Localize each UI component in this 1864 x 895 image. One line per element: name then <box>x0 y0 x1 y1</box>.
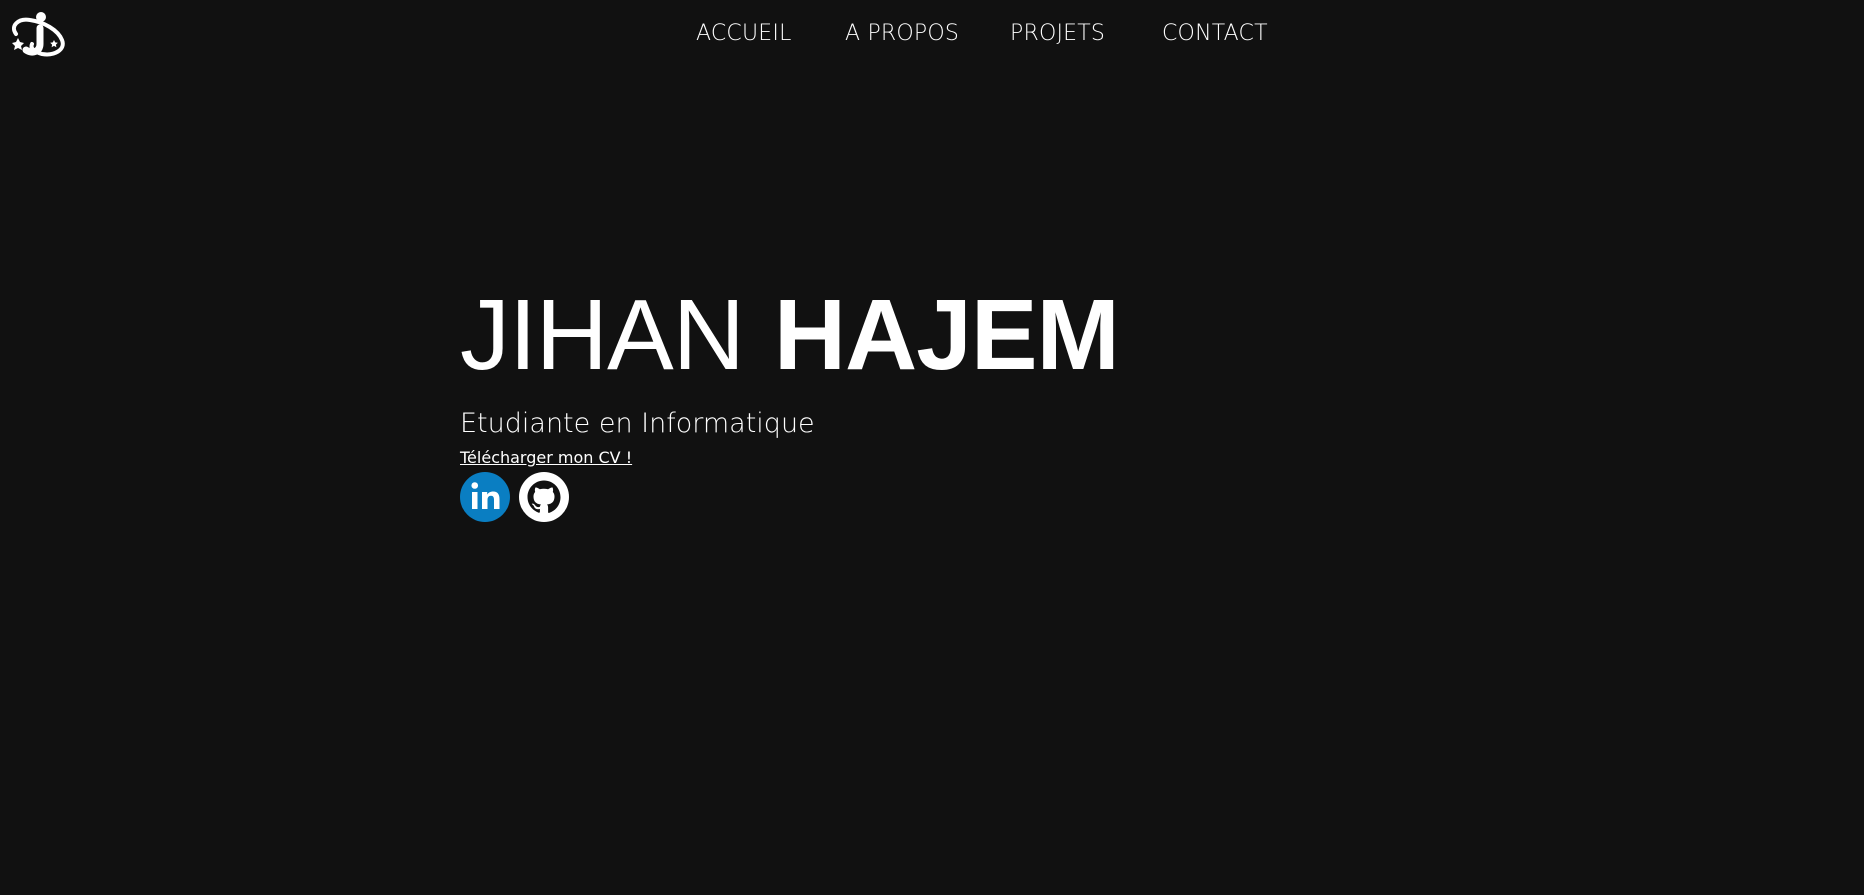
nav-item-a-propos[interactable]: A PROPOS <box>845 17 959 51</box>
github-icon[interactable] <box>519 472 569 522</box>
hero-first-name: JIHAN <box>460 279 745 391</box>
download-cv-link[interactable]: Télécharger mon CV ! <box>460 448 632 467</box>
hero-last-name: HAJEM <box>773 279 1120 391</box>
main-navigation: ACCUEIL A PROPOS PROJETS CONTACT <box>0 17 1864 51</box>
nav-item-contact[interactable]: CONTACT <box>1162 17 1268 51</box>
hero-section: JIHAN HAJEM Etudiante en Informatique Té… <box>460 280 1360 522</box>
linkedin-icon[interactable] <box>460 472 510 522</box>
hero-name: JIHAN HAJEM <box>460 280 1360 393</box>
hero-subtitle: Etudiante en Informatique <box>460 408 815 439</box>
nav-item-accueil[interactable]: ACCUEIL <box>696 17 792 51</box>
nav-item-projets[interactable]: PROJETS <box>1010 17 1105 51</box>
social-links <box>460 472 1360 522</box>
